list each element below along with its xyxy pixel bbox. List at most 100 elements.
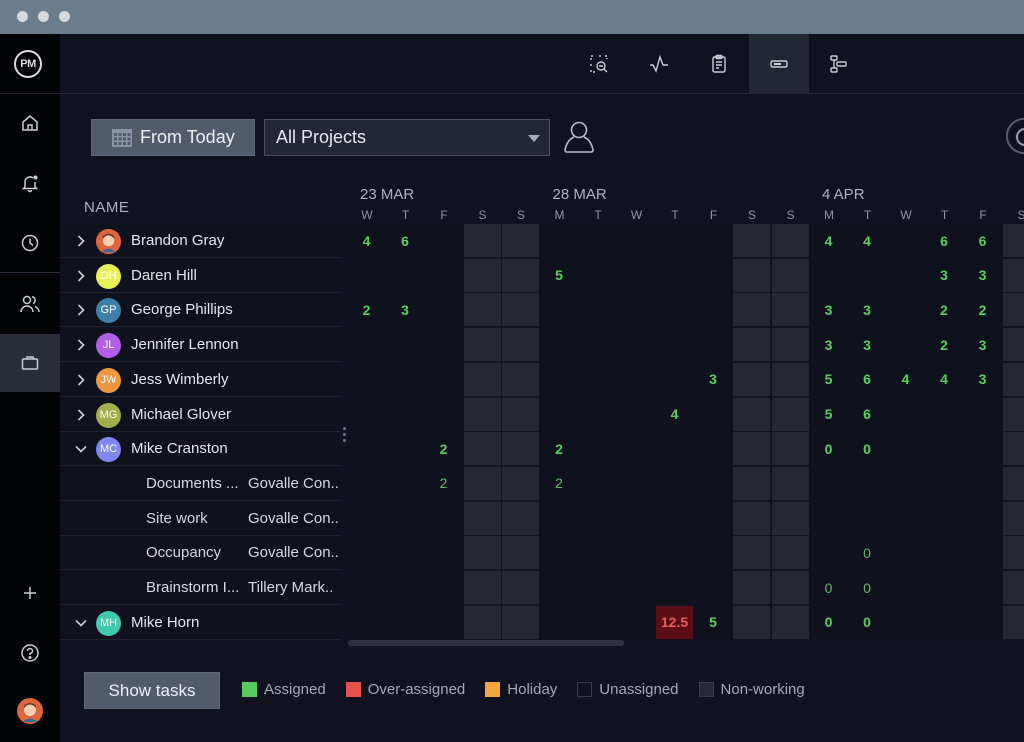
sidebar-add-button[interactable] bbox=[0, 564, 60, 622]
workload-cell[interactable]: 2 bbox=[540, 432, 578, 466]
workload-cell[interactable] bbox=[348, 605, 385, 639]
workload-cell[interactable] bbox=[617, 501, 655, 535]
workload-cell[interactable]: 3 bbox=[694, 362, 732, 396]
workload-cell-nonworking[interactable] bbox=[1002, 571, 1024, 604]
workload-cell-nonworking[interactable] bbox=[771, 536, 809, 570]
workload-cell[interactable] bbox=[425, 501, 462, 535]
workload-cell[interactable] bbox=[848, 501, 886, 535]
workload-cell-nonworking[interactable] bbox=[733, 258, 770, 292]
workload-cell-nonworking[interactable] bbox=[771, 328, 809, 362]
workload-cell[interactable] bbox=[887, 397, 924, 431]
sidebar-item-notifications[interactable] bbox=[0, 154, 60, 212]
person-row[interactable]: MC Mike Cranston bbox=[60, 432, 340, 467]
view-button-zoom[interactable] bbox=[569, 34, 629, 94]
task-row[interactable]: Occupancy Govalle Con.. bbox=[60, 536, 340, 571]
workload-cell-nonworking[interactable] bbox=[733, 536, 770, 570]
workload-cell[interactable] bbox=[425, 293, 462, 327]
workload-cell[interactable] bbox=[579, 293, 616, 327]
workload-cell-nonworking[interactable] bbox=[1002, 536, 1024, 570]
person-row[interactable]: JW Jess Wimberly bbox=[60, 362, 340, 397]
workload-cell-nonworking[interactable] bbox=[463, 293, 501, 327]
workload-cell[interactable] bbox=[425, 397, 462, 431]
workload-cell-nonworking[interactable] bbox=[463, 397, 501, 431]
chevron-down-icon[interactable] bbox=[74, 616, 88, 630]
workload-cell[interactable] bbox=[540, 397, 578, 431]
workload-cell[interactable]: 0 bbox=[848, 571, 886, 604]
workload-cell[interactable] bbox=[656, 224, 693, 257]
person-row[interactable]: MH Mike Horn bbox=[60, 605, 340, 640]
workload-cell[interactable]: 2 bbox=[925, 293, 963, 327]
workload-cell[interactable] bbox=[617, 605, 655, 639]
view-button-dashboard[interactable] bbox=[629, 34, 689, 94]
workload-cell[interactable]: 3 bbox=[810, 293, 847, 327]
workload-cell-nonworking[interactable] bbox=[771, 605, 809, 639]
workload-cell[interactable] bbox=[694, 571, 732, 604]
workload-cell-nonworking[interactable] bbox=[502, 501, 539, 535]
workload-cell[interactable] bbox=[386, 328, 424, 362]
workload-cell[interactable]: 4 bbox=[348, 224, 385, 257]
workload-cell-nonworking[interactable] bbox=[771, 466, 809, 500]
workload-cell[interactable]: 5 bbox=[810, 362, 847, 396]
workload-cell-nonworking[interactable] bbox=[502, 362, 539, 396]
workload-cell[interactable] bbox=[964, 536, 1001, 570]
search-toggle-button[interactable] bbox=[1006, 118, 1024, 154]
workload-cell[interactable] bbox=[656, 328, 693, 362]
workload-cell-nonworking[interactable] bbox=[1002, 362, 1024, 396]
workload-cell-nonworking[interactable] bbox=[733, 397, 770, 431]
workload-cell[interactable]: 4 bbox=[848, 224, 886, 257]
chevron-right-icon[interactable] bbox=[74, 373, 88, 387]
workload-cell-nonworking[interactable] bbox=[733, 571, 770, 604]
workload-cell-nonworking[interactable] bbox=[463, 571, 501, 604]
workload-cell[interactable] bbox=[386, 362, 424, 396]
workload-cell[interactable] bbox=[425, 605, 462, 639]
workload-cell[interactable] bbox=[617, 362, 655, 396]
sidebar-item-home[interactable] bbox=[0, 94, 60, 152]
workload-cell[interactable] bbox=[386, 397, 424, 431]
workload-cell[interactable] bbox=[810, 501, 847, 535]
workload-cell-nonworking[interactable] bbox=[502, 258, 539, 292]
workload-cell[interactable] bbox=[694, 258, 732, 292]
workload-cell[interactable] bbox=[617, 536, 655, 570]
workload-cell[interactable]: 5 bbox=[810, 397, 847, 431]
workload-cell-nonworking[interactable] bbox=[771, 258, 809, 292]
workload-cell[interactable] bbox=[964, 432, 1001, 466]
workload-cell[interactable] bbox=[348, 466, 385, 500]
chevron-down-icon[interactable] bbox=[74, 442, 88, 456]
workload-cell[interactable]: 0 bbox=[848, 536, 886, 570]
sidebar-item-projects[interactable] bbox=[0, 334, 60, 392]
workload-cell[interactable] bbox=[386, 432, 424, 466]
workload-cell-nonworking[interactable] bbox=[502, 536, 539, 570]
workload-cell[interactable]: 4 bbox=[810, 224, 847, 257]
workload-cell[interactable] bbox=[925, 397, 963, 431]
workload-cell[interactable] bbox=[348, 501, 385, 535]
workload-cell[interactable] bbox=[694, 432, 732, 466]
workload-cell[interactable] bbox=[617, 466, 655, 500]
workload-cell[interactable] bbox=[579, 605, 616, 639]
workload-cell-nonworking[interactable] bbox=[1002, 293, 1024, 327]
workload-cell[interactable] bbox=[694, 501, 732, 535]
workload-cell[interactable]: 5 bbox=[694, 605, 732, 639]
workload-cell[interactable] bbox=[925, 536, 963, 570]
window-close-dot[interactable] bbox=[17, 11, 28, 22]
workload-cell-nonworking[interactable] bbox=[733, 328, 770, 362]
workload-cell[interactable] bbox=[656, 501, 693, 535]
workload-cell[interactable]: 3 bbox=[810, 328, 847, 362]
workload-cell[interactable] bbox=[579, 571, 616, 604]
workload-cell[interactable] bbox=[810, 258, 847, 292]
workload-cell[interactable] bbox=[887, 466, 924, 500]
workload-cell[interactable]: 2 bbox=[425, 432, 462, 466]
workload-cell[interactable] bbox=[810, 536, 847, 570]
person-row[interactable]: GP George Phillips bbox=[60, 293, 340, 328]
workload-cell-nonworking[interactable] bbox=[502, 571, 539, 604]
workload-cell[interactable]: 2 bbox=[540, 466, 578, 500]
workload-cell[interactable] bbox=[694, 397, 732, 431]
from-today-button[interactable]: From Today bbox=[91, 119, 255, 156]
workload-cell[interactable]: 0 bbox=[810, 432, 847, 466]
workload-cell[interactable] bbox=[540, 293, 578, 327]
workload-cell[interactable]: 3 bbox=[964, 362, 1001, 396]
person-row[interactable]: DH Daren Hill bbox=[60, 258, 340, 293]
chevron-right-icon[interactable] bbox=[74, 269, 88, 283]
workload-cell[interactable] bbox=[617, 224, 655, 257]
workload-cell[interactable]: 4 bbox=[656, 397, 693, 431]
workload-cell-nonworking[interactable] bbox=[463, 258, 501, 292]
